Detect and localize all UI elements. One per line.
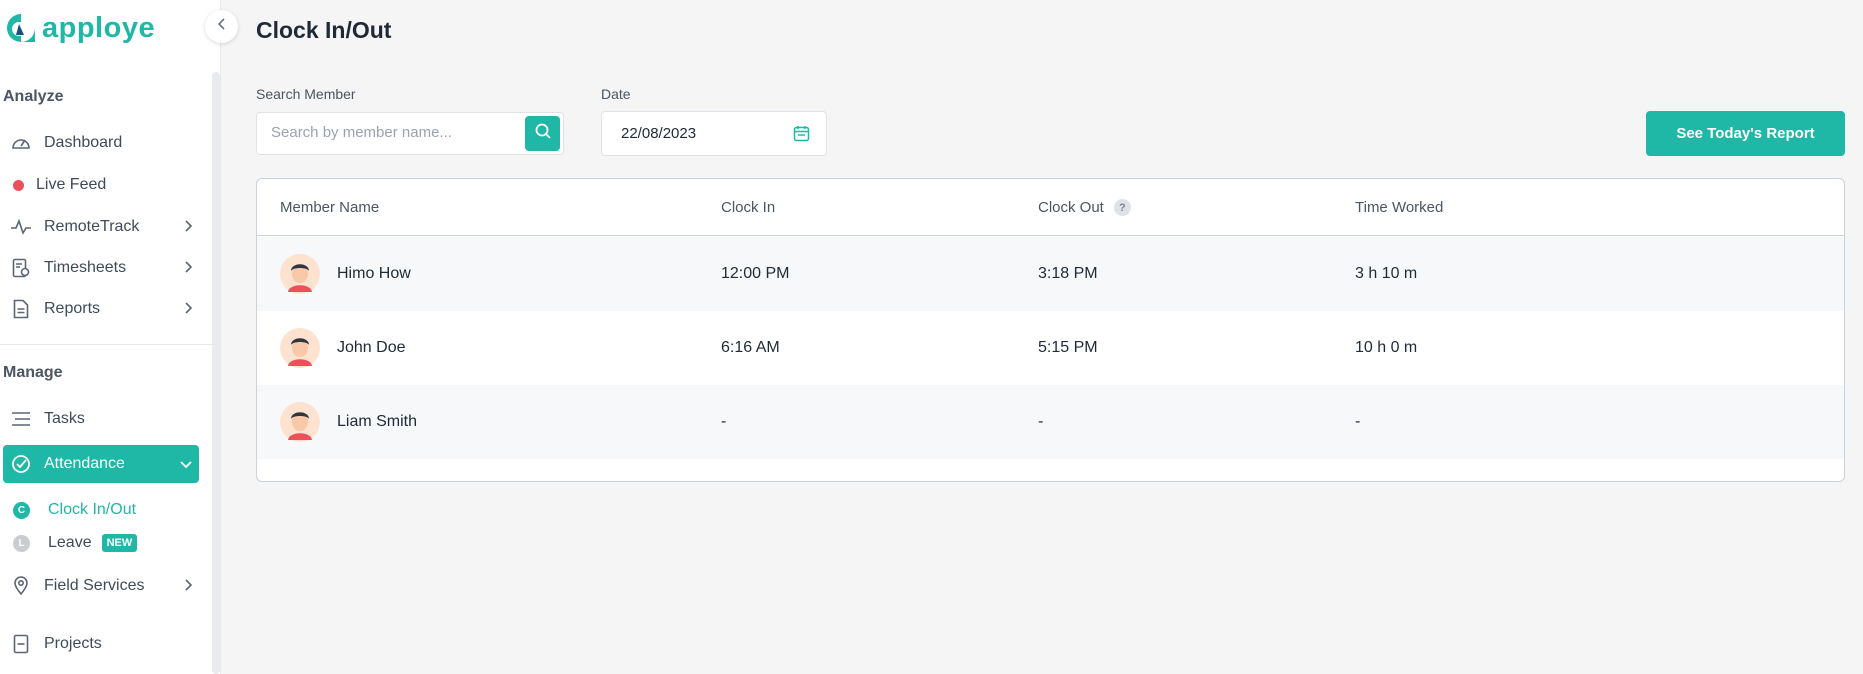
section-manage: Manage: [3, 364, 63, 381]
clock-out-time: -: [1038, 413, 1044, 430]
column-header-label: Clock Out: [1038, 199, 1104, 216]
brand-name: apploye: [42, 11, 156, 44]
avatar: [280, 402, 320, 442]
attendance-table: Member Name Clock In Clock Out ? Time Wo…: [256, 178, 1845, 482]
chevron-right-icon: [183, 260, 193, 279]
search-button[interactable]: [525, 116, 560, 151]
chevron-down-icon: [179, 456, 193, 474]
page-title: Clock In/Out: [256, 17, 392, 43]
new-badge: NEW: [101, 534, 138, 552]
search-member-label: Search Member: [256, 86, 356, 102]
tasks-list-icon: [10, 408, 32, 430]
see-todays-report-button[interactable]: See Today's Report: [1646, 111, 1845, 156]
activity-pulse-icon: [10, 216, 32, 238]
search-member-field: [256, 112, 564, 155]
sidebar-item-label: Field Services: [44, 577, 145, 594]
member-name: Liam Smith: [337, 413, 418, 430]
leave-letter-icon: L: [13, 534, 30, 552]
project-file-icon: [10, 633, 32, 655]
document-icon: [10, 298, 32, 320]
column-header-clock-in: Clock In: [721, 199, 776, 216]
search-input[interactable]: [271, 124, 521, 141]
table-header: Member Name Clock In Clock Out ? Time Wo…: [257, 179, 1844, 236]
sidebar-item-label: Live Feed: [36, 176, 107, 193]
sidebar-subitem-leave[interactable]: L Leave NEW: [13, 534, 138, 552]
sidebar-subitem-clock-inout[interactable]: C Clock In/Out: [13, 501, 136, 519]
apploye-logo-icon: [4, 11, 38, 45]
sidebar-subitem-label: Clock In/Out: [48, 501, 137, 518]
sidebar-item-tasks[interactable]: Tasks: [3, 400, 199, 438]
clock-in-time: 6:16 AM: [721, 339, 780, 356]
speedometer-icon: [10, 132, 32, 154]
sidebar-item-remotetrack[interactable]: RemoteTrack: [3, 208, 199, 246]
clock-out-time: 3:18 PM: [1038, 265, 1098, 282]
member-name: Himo How: [337, 265, 411, 282]
time-worked: 3 h 10 m: [1355, 265, 1418, 282]
clock-letter-icon: C: [13, 501, 30, 519]
app-logo[interactable]: apploye: [4, 8, 155, 48]
clock-in-time: -: [721, 413, 727, 430]
time-worked: 10 h 0 m: [1355, 339, 1418, 356]
column-header-member-name: Member Name: [280, 199, 380, 216]
chevron-left-icon: [217, 17, 227, 36]
sidebar-item-reports[interactable]: Reports: [3, 290, 199, 328]
chevron-right-icon: [183, 301, 193, 320]
table-row: John Doe 6:16 AM 5:15 PM 10 h 0 m: [257, 311, 1844, 385]
timesheet-icon: [10, 257, 32, 279]
clock-in-time: 12:00 PM: [721, 265, 790, 282]
sidebar-item-attendance[interactable]: Attendance: [3, 445, 199, 483]
sidebar-item-label: Dashboard: [44, 134, 123, 151]
chevron-right-icon: [183, 219, 193, 238]
sidebar-item-label: Attendance: [44, 455, 125, 472]
column-header-clock-out: Clock Out ?: [1038, 199, 1131, 216]
sidebar-item-label: Reports: [44, 300, 101, 317]
location-pin-icon: [10, 575, 32, 597]
calendar-icon[interactable]: [793, 125, 810, 147]
sidebar-subitem-label: Leave: [48, 534, 92, 551]
sidebar-item-label: Projects: [44, 635, 102, 652]
sidebar-item-live-feed[interactable]: Live Feed: [3, 166, 199, 204]
sidebar-item-field-services[interactable]: Field Services: [3, 567, 199, 605]
avatar: [280, 254, 320, 294]
date-label: Date: [601, 86, 631, 102]
search-icon: [534, 122, 552, 145]
date-value: 22/08/2023: [621, 125, 697, 142]
sidebar-divider: [0, 344, 221, 345]
sidebar-item-label: Timesheets: [44, 259, 127, 276]
member-name: John Doe: [337, 339, 406, 356]
sidebar-item-dashboard[interactable]: Dashboard: [3, 124, 199, 162]
sidebar: apploye Analyze Dashboard Live Feed Remo…: [0, 0, 221, 674]
sidebar-item-timesheets[interactable]: Timesheets: [3, 249, 199, 287]
time-worked: -: [1355, 413, 1361, 430]
help-question-icon[interactable]: ?: [1113, 199, 1131, 216]
section-analyze: Analyze: [3, 88, 64, 105]
table-row: Himo How 12:00 PM 3:18 PM 3 h 10 m: [257, 237, 1844, 311]
sidebar-scrollbar[interactable]: [212, 72, 220, 674]
attendance-check-icon: [10, 453, 32, 475]
sidebar-item-projects[interactable]: Projects: [3, 625, 199, 663]
date-picker[interactable]: 22/08/2023: [601, 111, 827, 156]
sidebar-item-label: Tasks: [44, 410, 85, 427]
sidebar-item-label: RemoteTrack: [44, 218, 140, 235]
table-row: Liam Smith - - -: [257, 385, 1844, 459]
avatar: [280, 328, 320, 368]
column-header-time-worked: Time Worked: [1355, 199, 1444, 216]
chevron-right-icon: [183, 578, 193, 597]
live-dot-icon: [13, 179, 24, 191]
sidebar-collapse-button[interactable]: [205, 10, 238, 43]
clock-out-time: 5:15 PM: [1038, 339, 1098, 356]
